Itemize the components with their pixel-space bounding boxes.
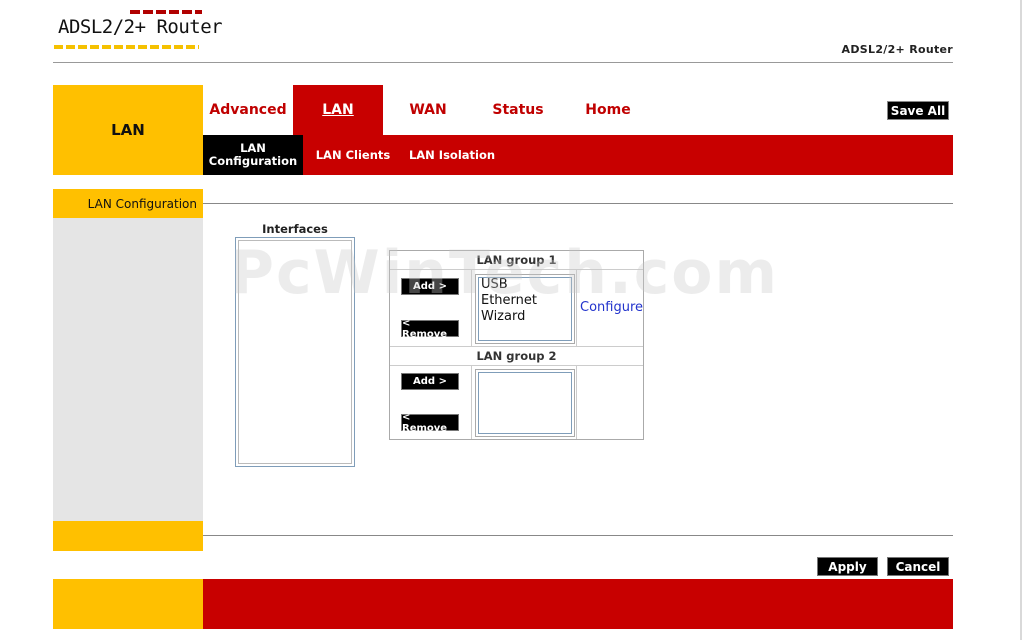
add-button-label: Add >: [413, 281, 447, 292]
sidebar-panel: [53, 218, 203, 521]
group-member-wizard[interactable]: Wizard: [476, 309, 574, 325]
tab-home[interactable]: Home: [563, 85, 653, 135]
logo-accent-top: [130, 10, 202, 14]
tab-status[interactable]: Status: [473, 85, 563, 135]
logo: ADSL2/2+ Router: [58, 16, 223, 38]
tab-wan[interactable]: WAN: [383, 85, 473, 135]
group-2-add-button[interactable]: Add >: [401, 373, 459, 390]
sidebar-page-label: LAN Configuration: [53, 189, 203, 218]
group-1-listbox[interactable]: USB Ethernet Wizard: [475, 274, 575, 344]
subtab-lan-clients[interactable]: LAN Clients: [310, 135, 396, 175]
subtab-lan-isolation[interactable]: LAN Isolation: [404, 135, 500, 175]
remove-button-label: < Remove: [402, 411, 448, 434]
group-2-title: LAN group 2: [390, 347, 643, 366]
cell-divider: [576, 365, 577, 439]
tab-lan[interactable]: LAN: [293, 85, 383, 135]
section-title: LAN: [53, 85, 203, 175]
header-divider: [53, 62, 953, 63]
group-2-listbox[interactable]: [475, 369, 575, 437]
sidebar-footer: [53, 521, 203, 551]
cell-divider: [576, 269, 577, 346]
tab-advanced[interactable]: Advanced: [203, 85, 293, 135]
cell-divider: [471, 365, 472, 439]
product-name: ADSL2/2+ Router: [841, 43, 953, 56]
group-1-remove-button[interactable]: < Remove: [401, 317, 459, 340]
subtab-label: LAN Configuration: [208, 141, 298, 168]
content-divider-top: [203, 203, 953, 204]
interfaces-listbox[interactable]: [235, 237, 355, 467]
logo-accent-bottom: [54, 45, 199, 49]
cell-divider: [471, 269, 472, 346]
footer-right: [203, 579, 953, 629]
lan-groups-table: LAN group 1 Add > < Remove USB Ethernet …: [389, 250, 644, 440]
subtab-lan-configuration[interactable]: LAN Configuration: [203, 135, 303, 175]
group-member-usb[interactable]: USB: [476, 277, 574, 293]
content-divider-bottom: [203, 535, 953, 536]
remove-button-label: < Remove: [402, 317, 448, 340]
group-1-configure-link[interactable]: Configure: [580, 300, 643, 315]
apply-button[interactable]: Apply: [817, 557, 878, 576]
add-button-label: Add >: [413, 376, 447, 387]
footer-left: [53, 579, 203, 629]
group-1-add-button[interactable]: Add >: [401, 278, 459, 295]
save-all-button[interactable]: Save All: [887, 101, 949, 120]
interfaces-title: Interfaces: [262, 222, 328, 236]
cancel-button[interactable]: Cancel: [887, 557, 949, 576]
group-2-remove-button[interactable]: < Remove: [401, 411, 459, 434]
group-member-ethernet[interactable]: Ethernet: [476, 293, 574, 309]
group-1-title: LAN group 1: [390, 251, 643, 270]
